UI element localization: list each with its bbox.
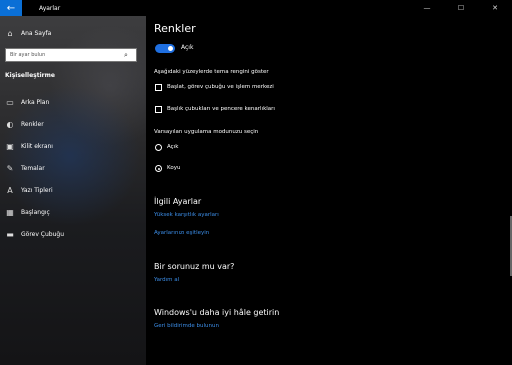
app-title: Ayarlar [39,4,61,12]
sync-settings-link[interactable]: Ayarlarınızı eşitleyin [154,230,209,236]
sidebar-item-label: Arka Plan [21,98,50,106]
accent-surfaces-prompt: Aşağıdaki yüzeylerde tema rengini göster [154,69,269,75]
question-heading: Bir sorunuz mu var? [154,262,235,271]
titlebars-checkbox[interactable] [155,106,162,113]
title-bar: ← Ayarlar — ☐ ✕ [0,0,512,16]
sidebar-item-label: Renkler [21,120,44,128]
search-box[interactable]: ⌕ [5,48,137,62]
back-button[interactable]: ← [0,0,22,16]
improve-windows-heading: Windows'u daha iyi hâle getirin [154,308,280,317]
palette-icon: ◐ [6,119,14,129]
mode-dark-radio[interactable] [155,165,162,172]
start-taskbar-checkbox-label[interactable]: Başlat, görev çubuğu ve işlem merkezi [167,84,274,90]
get-help-link[interactable]: Yardım al [154,277,179,283]
sidebar-item-label: Ana Sayfa [21,29,52,37]
sidebar-item-lock-screen[interactable]: ▣ Kilit ekranı [0,137,146,155]
section-title: Kişiselleştirme [5,72,55,79]
home-icon: ⌂ [7,28,13,38]
sidebar-item-label: Görev Çubuğu [21,230,65,238]
sidebar-item-colors[interactable]: ◐ Renkler [0,115,146,133]
sidebar-item-label: Yazı Tipleri [21,186,53,194]
close-button[interactable]: ✕ [478,0,512,16]
mode-light-radio[interactable] [155,144,162,151]
sidebar: ⌂ Ana Sayfa ⌕ Kişiselleştirme ▭ Arka Pla… [0,16,146,365]
maximize-button[interactable]: ☐ [444,0,478,16]
sidebar-item-label: Başlangıç [21,208,50,216]
back-arrow-icon: ← [6,2,16,14]
high-contrast-link[interactable]: Yüksek karşıtlık ayarları [154,212,219,218]
sidebar-item-fonts[interactable]: A Yazı Tipleri [0,181,146,199]
sidebar-item-taskbar[interactable]: ▬ Görev Çubuğu [0,225,146,243]
mode-dark-label[interactable]: Koyu [167,165,180,171]
sidebar-item-home[interactable]: ⌂ Ana Sayfa [0,24,146,42]
sidebar-item-label: Kilit ekranı [21,142,53,150]
lock-screen-icon: ▣ [6,141,14,151]
sidebar-item-background[interactable]: ▭ Arka Plan [0,93,146,111]
mode-light-label[interactable]: Açık [167,144,178,150]
feedback-link[interactable]: Geri bildirimde bulunun [154,323,219,329]
transparency-toggle[interactable] [155,44,175,53]
sidebar-item-themes[interactable]: ✎ Temalar [0,159,146,177]
page-title: Renkler [154,22,196,35]
settings-window: ← Ayarlar — ☐ ✕ ⌂ Ana Sayfa ⌕ Kişiselleş… [0,0,512,365]
sidebar-item-label: Temalar [21,164,45,172]
app-mode-prompt: Varsayılan uygulama modunuzu seçin [154,129,259,135]
start-taskbar-checkbox[interactable] [155,84,162,91]
minimize-button[interactable]: — [410,0,444,16]
toggle-label: Açık [181,44,194,51]
brush-icon: ✎ [6,163,14,173]
search-icon[interactable]: ⌕ [124,51,128,60]
titlebars-checkbox-label[interactable]: Başlık çubukları ve pencere kenarlıkları [167,106,275,112]
font-icon: A [7,185,13,195]
toggle-knob [168,46,173,51]
search-input[interactable] [10,52,120,58]
taskbar-icon: ▬ [6,229,14,239]
related-settings-heading: İlgili Ayarlar [154,197,202,206]
main-content: Renkler Açık Aşağıdaki yüzeylerde tema r… [146,16,512,365]
image-icon: ▭ [6,97,14,107]
window-controls: — ☐ ✕ [410,0,512,16]
sidebar-item-start[interactable]: ▦ Başlangıç [0,203,146,221]
start-icon: ▦ [6,207,14,217]
